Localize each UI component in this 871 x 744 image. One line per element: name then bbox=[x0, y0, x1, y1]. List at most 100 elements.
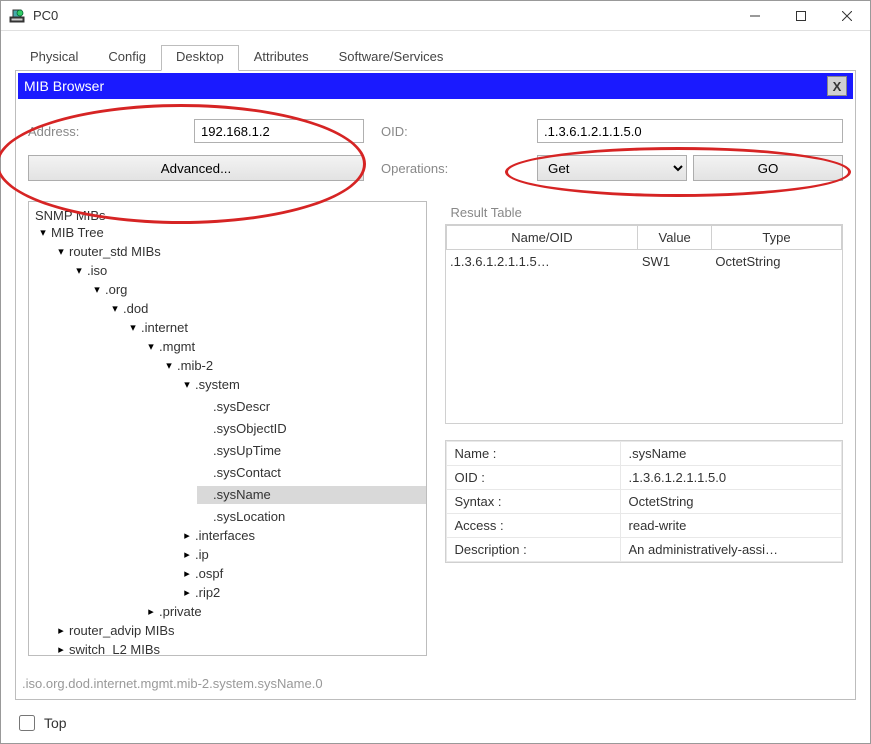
tree-item-label: .mgmt bbox=[159, 338, 195, 356]
tree-root-label: SNMP MIBs bbox=[35, 208, 420, 223]
top-checkbox-text: Top bbox=[44, 715, 67, 731]
tree-item[interactable]: ▾.dod bbox=[107, 300, 150, 318]
result-header[interactable]: Name/OID bbox=[446, 226, 638, 250]
result-header[interactable]: Type bbox=[711, 226, 841, 250]
result-cell: SW1 bbox=[638, 250, 712, 274]
tree-item[interactable]: ▾.mgmt bbox=[143, 338, 197, 356]
tree-item-label: .sysObjectID bbox=[213, 420, 287, 438]
go-button[interactable]: GO bbox=[693, 155, 843, 181]
minimize-button[interactable] bbox=[732, 1, 778, 31]
tree-item[interactable]: ▾router_std MIBs bbox=[53, 243, 163, 261]
detail-row: Access :read-write bbox=[446, 514, 842, 538]
chevron-down-icon: ▾ bbox=[181, 376, 193, 394]
result-table[interactable]: Name/OIDValueType .1.3.6.1.2.1.1.5…SW1Oc… bbox=[445, 224, 844, 424]
tabs: PhysicalConfigDesktopAttributesSoftware/… bbox=[15, 45, 856, 71]
tree-item-label: .sysName bbox=[213, 486, 271, 504]
tree-item[interactable]: ▸.interfaces bbox=[179, 527, 257, 545]
top-checkbox-label[interactable]: Top bbox=[15, 712, 67, 734]
tree-item[interactable]: ▾.mib-2 bbox=[161, 357, 215, 375]
tree-item-label: .ospf bbox=[195, 565, 223, 583]
maximize-button[interactable] bbox=[778, 1, 824, 31]
tree-item[interactable]: .sysObjectID bbox=[197, 420, 289, 438]
tree-item[interactable]: .sysName bbox=[197, 486, 427, 504]
tree-item[interactable]: ▾.org bbox=[89, 281, 129, 299]
tree-item[interactable]: ▾.iso bbox=[71, 262, 109, 280]
form-grid: Address: OID: Advanced... Operations: Ge… bbox=[18, 99, 853, 201]
chevron-right-icon: ▸ bbox=[181, 584, 193, 602]
chevron-down-icon: ▾ bbox=[37, 224, 49, 242]
panel-close-button[interactable]: X bbox=[827, 76, 847, 96]
tree-item[interactable]: ▾.internet bbox=[125, 319, 190, 337]
tree-item-label: MIB Tree bbox=[51, 224, 104, 242]
content: PhysicalConfigDesktopAttributesSoftware/… bbox=[1, 31, 870, 708]
chevron-down-icon: ▾ bbox=[91, 281, 103, 299]
tree-item[interactable]: ▸.ospf bbox=[179, 565, 225, 583]
panel-header: MIB Browser X bbox=[18, 73, 853, 99]
tree-item-label: .internet bbox=[141, 319, 188, 337]
tree-item[interactable]: ▾MIB Tree bbox=[35, 224, 106, 242]
window-title: PC0 bbox=[33, 8, 732, 23]
tab-software-services[interactable]: Software/Services bbox=[324, 45, 459, 71]
tab-attributes[interactable]: Attributes bbox=[239, 45, 324, 71]
chevron-right-icon: ▸ bbox=[55, 622, 67, 640]
tree-item-label: .org bbox=[105, 281, 127, 299]
result-box: Result Table Name/OIDValueType .1.3.6.1.… bbox=[445, 201, 844, 656]
chevron-right-icon: ▸ bbox=[181, 546, 193, 564]
tree-item[interactable]: ▸.rip2 bbox=[179, 584, 222, 602]
tree-item-label: .interfaces bbox=[195, 527, 255, 545]
tree-item-label: router_advip MIBs bbox=[69, 622, 175, 640]
detail-table: Name :.sysNameOID :.1.3.6.1.2.1.1.5.0Syn… bbox=[445, 440, 844, 563]
tree-item[interactable]: .sysDescr bbox=[197, 398, 272, 416]
detail-cell: Access : bbox=[446, 514, 620, 538]
tree-item-label: router_std MIBs bbox=[69, 243, 161, 261]
chevron-down-icon: ▾ bbox=[127, 319, 139, 337]
tree-item-label: .iso bbox=[87, 262, 107, 280]
detail-cell: .sysName bbox=[620, 442, 841, 466]
chevron-right-icon: ▸ bbox=[55, 641, 67, 656]
tab-config[interactable]: Config bbox=[93, 45, 161, 71]
columns: SNMP MIBs ▾MIB Tree▾router_std MIBs▾.iso… bbox=[18, 201, 853, 670]
tree-item-label: .dod bbox=[123, 300, 148, 318]
detail-cell: Name : bbox=[446, 442, 620, 466]
tree-item[interactable]: .sysContact bbox=[197, 464, 283, 482]
address-label: Address: bbox=[28, 124, 188, 139]
tree-item-label: .rip2 bbox=[195, 584, 220, 602]
chevron-right-icon: ▸ bbox=[181, 565, 193, 583]
oid-input[interactable] bbox=[537, 119, 843, 143]
detail-cell: read-write bbox=[620, 514, 841, 538]
tree-item[interactable]: ▸switch_L2 MIBs bbox=[53, 641, 162, 656]
detail-cell: An administratively-assi… bbox=[620, 538, 841, 562]
table-row[interactable]: .1.3.6.1.2.1.1.5…SW1OctetString bbox=[446, 250, 842, 274]
tab-physical[interactable]: Physical bbox=[15, 45, 93, 71]
top-checkbox[interactable] bbox=[19, 715, 35, 731]
address-input[interactable] bbox=[194, 119, 364, 143]
detail-cell: .1.3.6.1.2.1.1.5.0 bbox=[620, 466, 841, 490]
tree-item[interactable]: ▸.private bbox=[143, 603, 204, 621]
detail-row: Syntax :OctetString bbox=[446, 490, 842, 514]
chevron-right-icon: ▸ bbox=[181, 527, 193, 545]
tab-desktop[interactable]: Desktop bbox=[161, 45, 239, 71]
tree-item[interactable]: ▾.system bbox=[179, 376, 242, 394]
tree-item[interactable]: ▸.ip bbox=[179, 546, 211, 564]
tree-item-label: .sysUpTime bbox=[213, 442, 281, 460]
tree-item-label: .system bbox=[195, 376, 240, 394]
detail-cell: Description : bbox=[446, 538, 620, 562]
operations-select[interactable]: Get bbox=[537, 155, 687, 181]
close-button[interactable] bbox=[824, 1, 870, 31]
titlebar: PC0 bbox=[1, 1, 870, 31]
tree-item-label: .ip bbox=[195, 546, 209, 564]
advanced-button[interactable]: Advanced... bbox=[28, 155, 364, 181]
oid-label: OID: bbox=[381, 124, 531, 139]
result-header[interactable]: Value bbox=[638, 226, 712, 250]
path-bar: .iso.org.dod.internet.mgmt.mib-2.system.… bbox=[18, 670, 853, 697]
tree-item-label: .sysContact bbox=[213, 464, 281, 482]
bottom-bar: Top bbox=[1, 708, 870, 738]
mib-tree[interactable]: ▾MIB Tree▾router_std MIBs▾.iso▾.org▾.dod… bbox=[35, 223, 420, 656]
tree-item[interactable]: .sysUpTime bbox=[197, 442, 283, 460]
tree-item-label: .private bbox=[159, 603, 202, 621]
detail-cell: OctetString bbox=[620, 490, 841, 514]
tree-item[interactable]: .sysLocation bbox=[197, 508, 287, 526]
panel-title: MIB Browser bbox=[24, 78, 104, 94]
chevron-down-icon: ▾ bbox=[163, 357, 175, 375]
tree-item[interactable]: ▸router_advip MIBs bbox=[53, 622, 177, 640]
